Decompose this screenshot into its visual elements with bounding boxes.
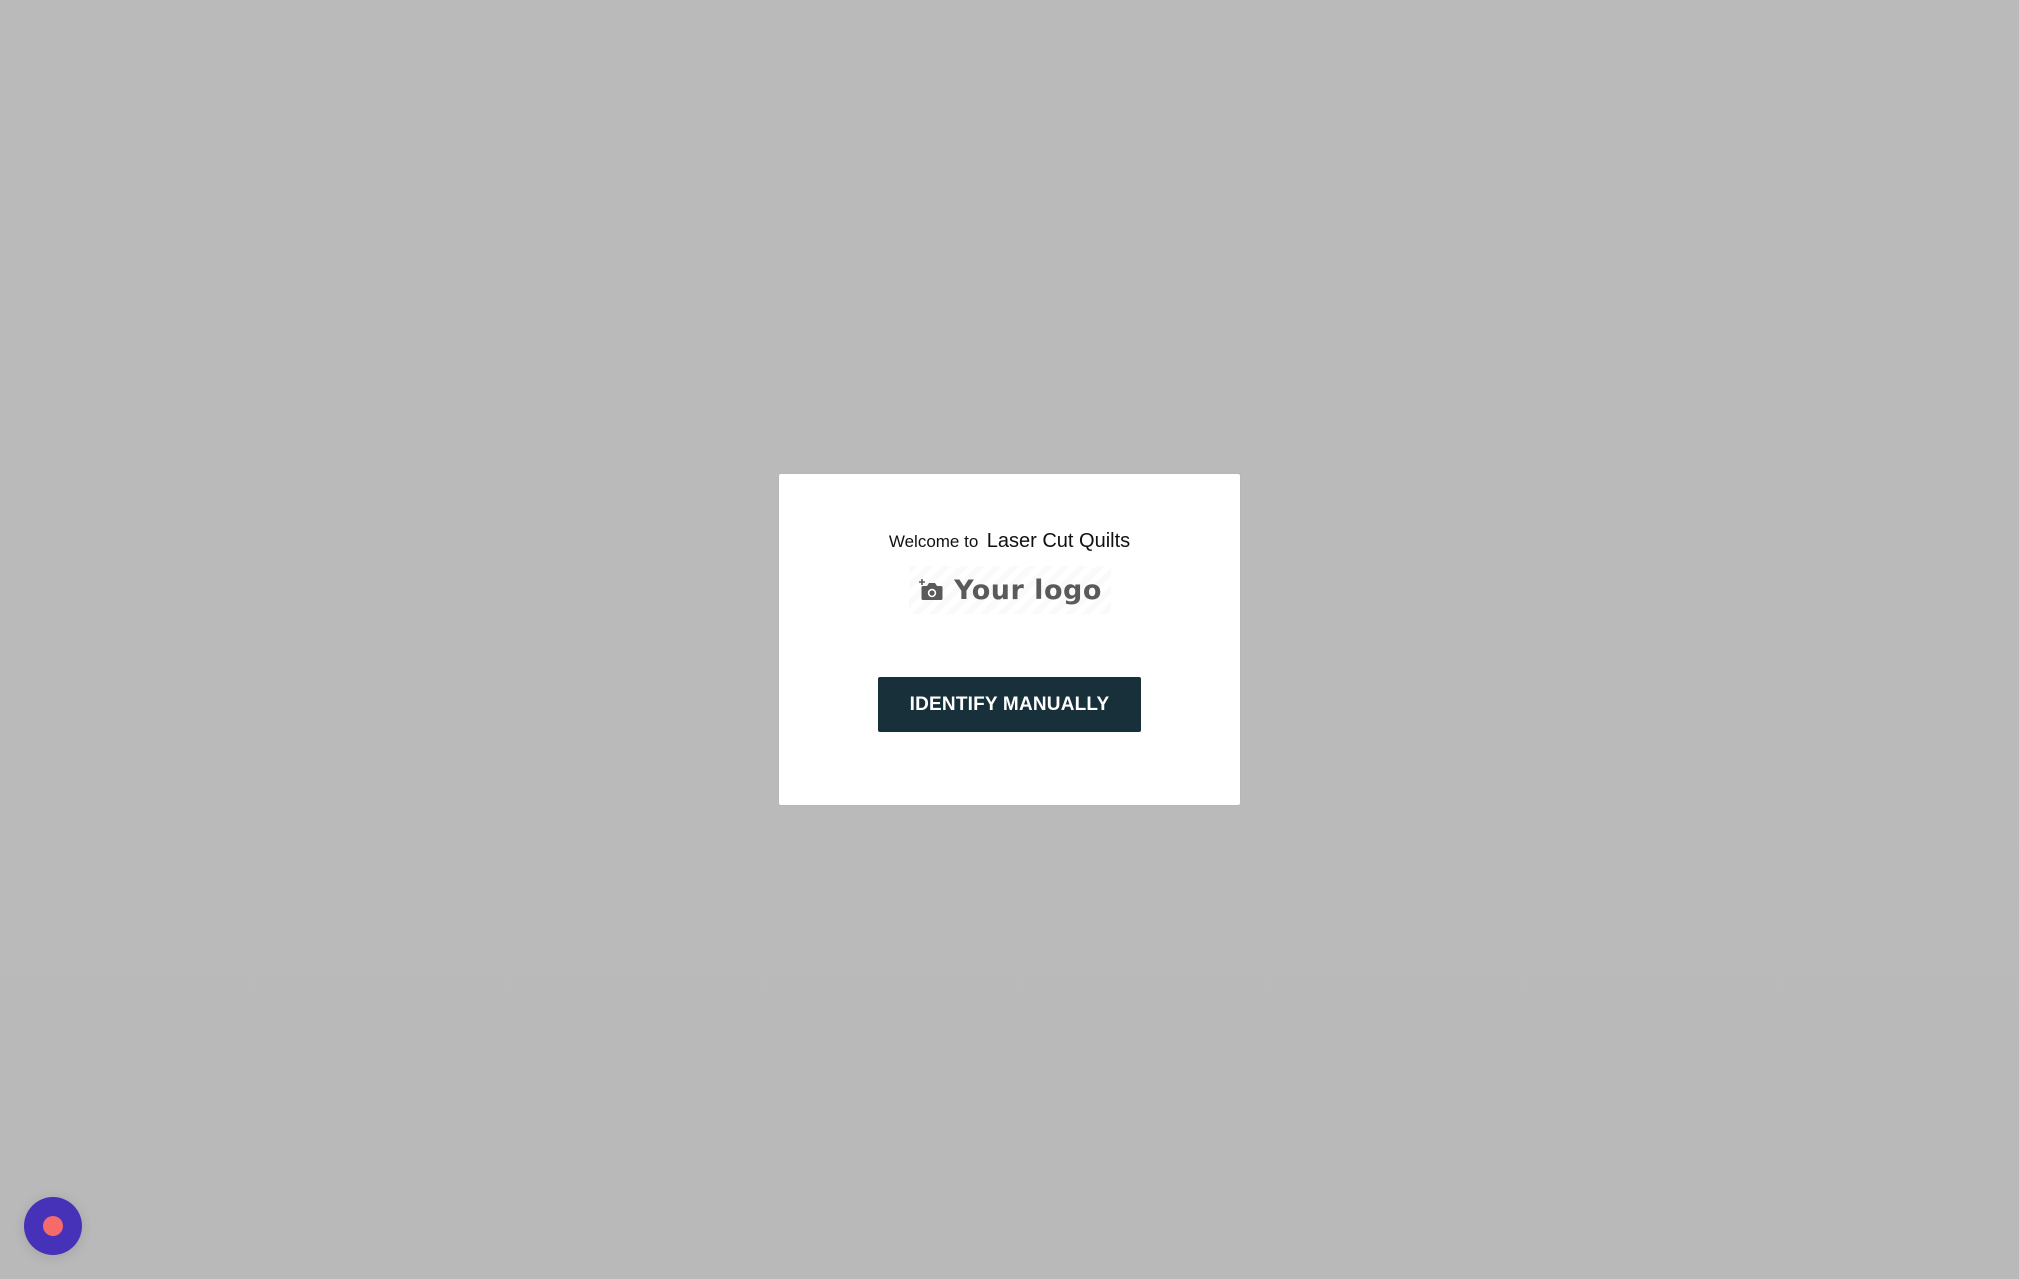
identify-manually-button[interactable]: IDENTIFY MANUALLY	[878, 677, 1141, 732]
camera-add-icon	[918, 578, 944, 602]
shop-name: Laser Cut Quilts	[986, 530, 1131, 552]
record-button[interactable]	[24, 1197, 82, 1255]
welcome-prefix: Welcome to	[888, 532, 979, 551]
welcome-modal: Welcome to Laser Cut Quilts Your logo ID…	[779, 474, 1240, 805]
record-icon	[43, 1216, 63, 1236]
logo-upload[interactable]: Your logo	[909, 566, 1111, 614]
welcome-heading: Welcome to Laser Cut Quilts	[779, 530, 1240, 553]
logo-placeholder-text: Your logo	[954, 574, 1102, 606]
